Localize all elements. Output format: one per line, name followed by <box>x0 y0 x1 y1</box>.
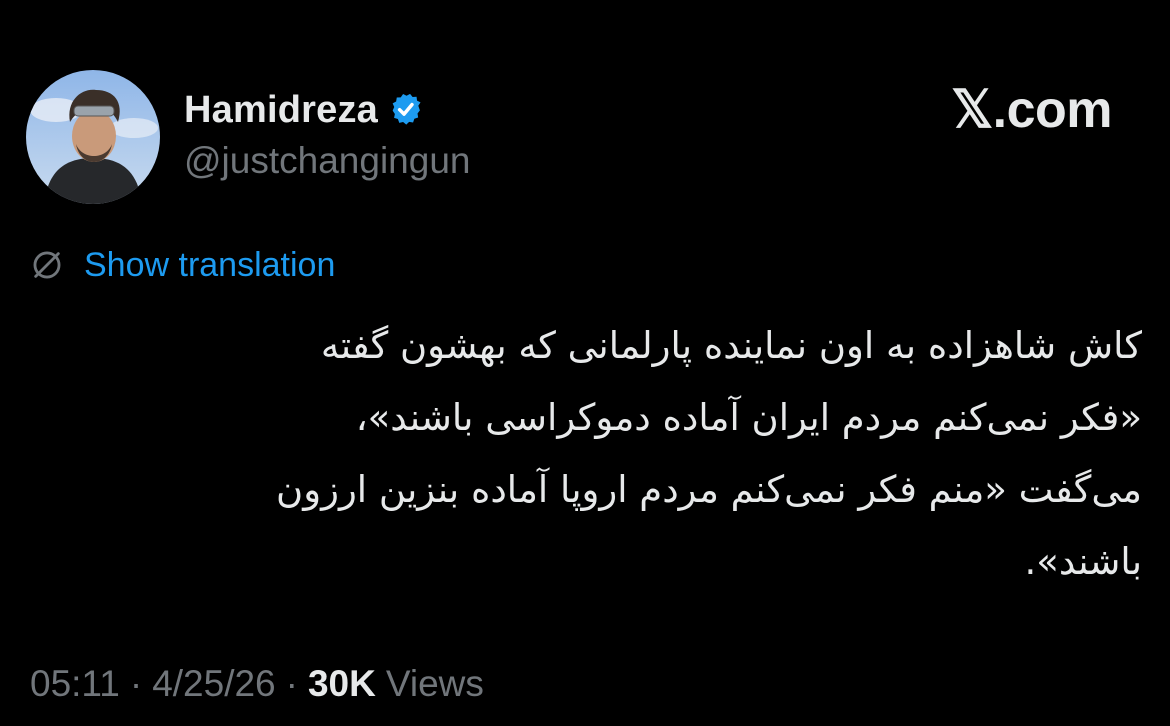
author-name-row: Hamidreza <box>184 84 424 136</box>
globe-icon <box>30 248 64 282</box>
tweet-date[interactable]: 4/25/26 <box>152 663 275 705</box>
views-count[interactable]: 30K <box>308 663 376 705</box>
author-display-name[interactable]: Hamidreza <box>184 89 378 132</box>
views-label: Views <box>385 663 484 704</box>
tweet-meta: 05:11 · 4/25/26 · 30K Views <box>30 658 484 710</box>
show-translation-button[interactable]: Show translation <box>30 242 335 288</box>
show-translation-label[interactable]: Show translation <box>84 246 335 285</box>
meta-separator: · <box>129 663 143 704</box>
avatar[interactable] <box>26 70 160 204</box>
tweet-text-line: باشند». <box>1024 540 1142 583</box>
tweet-time[interactable]: 05:11 <box>30 663 120 705</box>
verified-badge-icon <box>386 91 424 129</box>
tweet-text-line: کاش شاهزاده به اون نماینده پارلمانی که ب… <box>320 324 1142 367</box>
meta-separator: · <box>285 663 298 704</box>
brand-logo: 𝕏.com <box>951 81 1112 139</box>
tweet-text-line: می‌گفت «منم فکر نمی‌کنم مردم اروپا آماده… <box>276 468 1142 511</box>
avatar-photo <box>26 70 160 204</box>
author-handle[interactable]: @justchangingun <box>184 140 470 182</box>
tweet-text-line: «فکر نمی‌کنم مردم ایران آماده دموکراسی ب… <box>355 396 1142 439</box>
tweet-text: کاش شاهزاده به اون نماینده پارلمانی که ب… <box>70 310 1142 598</box>
